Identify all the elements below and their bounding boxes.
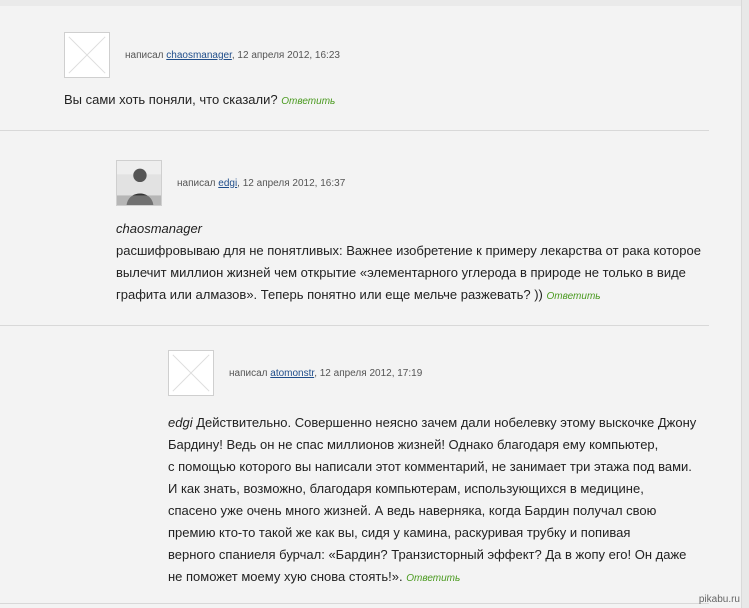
comment-text-content: Вы сами хоть поняли, что сказали? (64, 92, 278, 107)
comment-date: , 12 апреля 2012, 17:19 (314, 367, 423, 379)
comment-line: графита или алмазов». Теперь понятно или… (116, 287, 543, 302)
comment-line: верного спаниеля бурчал: «Бардин? Транзи… (168, 547, 687, 562)
quote-author: chaosmanager (116, 221, 202, 236)
comment-date: , 12 апреля 2012, 16:37 (237, 177, 346, 189)
comment-meta: написал atomonstr, 12 апреля 2012, 17:19 (168, 350, 728, 396)
comment-meta: написал chaosmanager, 12 апреля 2012, 16… (64, 32, 704, 78)
comment-meta-text: написал edgi, 12 апреля 2012, 16:37 (177, 178, 345, 189)
reply-link[interactable]: Ответить (281, 96, 335, 107)
comment-edgi: написал edgi, 12 апреля 2012, 16:37 (116, 160, 716, 206)
comment-divider (0, 130, 709, 131)
comment-meta: написал edgi, 12 апреля 2012, 16:37 (116, 160, 716, 206)
comment-line: спасено уже очень много жизней. А ведь н… (168, 503, 657, 518)
reply-link[interactable]: Ответить (547, 291, 601, 302)
comment-divider (0, 603, 709, 604)
comment-line: не поможет моему хую снова стоять!». (168, 569, 403, 584)
author-link[interactable]: atomonstr (270, 368, 314, 379)
top-frame (0, 0, 749, 6)
quote-author: edgi (168, 415, 193, 430)
comment-line: Действительно. Совершенно неясно зачем д… (196, 415, 697, 430)
comment-line: И как знать, возможно, благодаря компьют… (168, 481, 644, 496)
comment-atomonstr: написал atomonstr, 12 апреля 2012, 17:19 (168, 350, 728, 396)
comment-line: с помощью которого вы написали этот комм… (168, 459, 692, 474)
author-link[interactable]: chaosmanager (166, 50, 232, 61)
comment-date: , 12 апреля 2012, 16:23 (231, 49, 340, 61)
comment-line: расшифровываю для не понятливых: Важнее … (116, 243, 701, 258)
comment-line: премию кто-то такой же как вы, сидя у ка… (168, 525, 631, 540)
written-label: написал (229, 367, 268, 379)
comment-meta-text: написал chaosmanager, 12 апреля 2012, 16… (125, 50, 340, 61)
avatar-placeholder-icon[interactable] (64, 32, 110, 78)
comment-meta-text: написал atomonstr, 12 апреля 2012, 17:19 (229, 368, 422, 379)
author-link[interactable]: edgi (218, 178, 237, 189)
comment-text: chaosmanager расшифровываю для не понятл… (116, 218, 716, 308)
avatar-photo-icon[interactable] (116, 160, 162, 206)
avatar-placeholder-icon[interactable] (168, 350, 214, 396)
comment-text: edgi Действительно. Совершенно неясно за… (168, 412, 728, 590)
comment-line: вылечит миллион жизней чем открытие «эле… (116, 265, 686, 280)
comment-text: Вы сами хоть поняли, что сказали? Ответи… (64, 89, 704, 113)
reply-link[interactable]: Ответить (406, 573, 460, 584)
comment-chaosmanager: написал chaosmanager, 12 апреля 2012, 16… (64, 32, 704, 78)
written-label: написал (177, 177, 216, 189)
comment-line: Бардину! Ведь он не спас миллионов жизне… (168, 437, 659, 452)
written-label: написал (125, 49, 164, 61)
watermark: pikabu.ru (698, 594, 740, 605)
scrollbar-edge[interactable] (741, 0, 749, 608)
comment-divider (0, 325, 709, 326)
